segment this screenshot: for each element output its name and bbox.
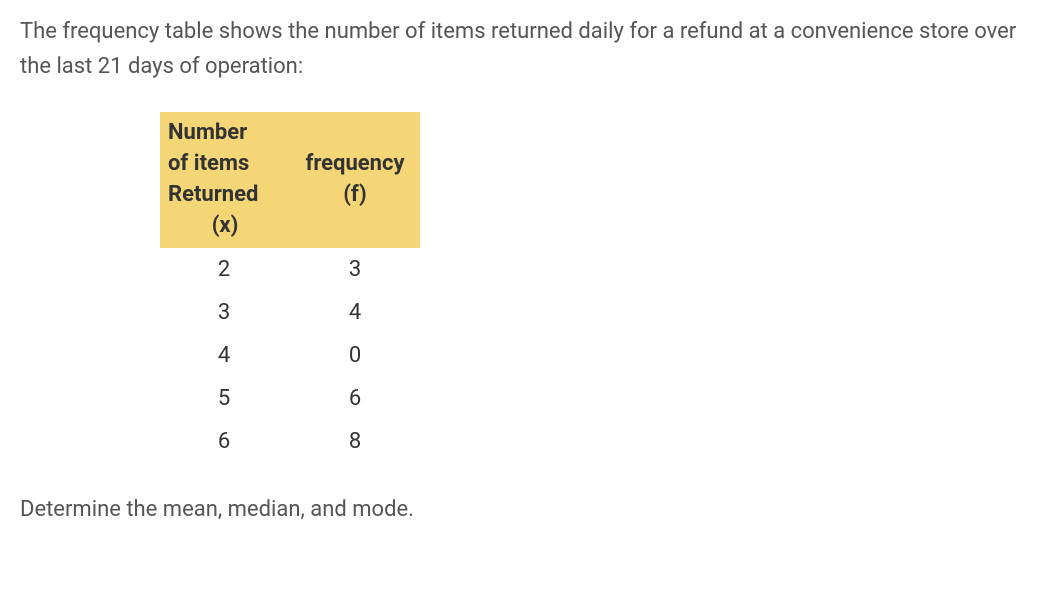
header-f-line2: (f): [343, 182, 367, 207]
cell-x: 5: [160, 377, 290, 420]
header-x-line3: Returned: [168, 182, 258, 207]
frequency-table-wrapper: Number of items Returned (x) frequency (…: [160, 112, 1022, 463]
cell-x: 3: [160, 291, 290, 334]
table-row: 5 6: [160, 377, 420, 420]
cell-f: 3: [290, 248, 420, 291]
cell-f: 0: [290, 334, 420, 377]
cell-x: 2: [160, 248, 290, 291]
question-text: Determine the mean, median, and mode.: [20, 492, 1022, 527]
intro-text: The frequency table shows the number of …: [20, 14, 1022, 84]
header-x-line4: (x): [168, 211, 282, 242]
header-f-line1: frequency: [305, 151, 404, 176]
header-x-line1: Number: [168, 120, 247, 145]
table-row: 4 0: [160, 334, 420, 377]
cell-x: 6: [160, 420, 290, 463]
cell-x: 4: [160, 334, 290, 377]
table-header-x: Number of items Returned (x): [160, 112, 290, 247]
table-row: 3 4: [160, 291, 420, 334]
header-x-line2: of items: [168, 151, 249, 176]
table-header-f: frequency (f): [290, 112, 420, 247]
table-row: 2 3: [160, 248, 420, 291]
frequency-table: Number of items Returned (x) frequency (…: [160, 112, 420, 463]
cell-f: 4: [290, 291, 420, 334]
cell-f: 8: [290, 420, 420, 463]
cell-f: 6: [290, 377, 420, 420]
table-row: 6 8: [160, 420, 420, 463]
